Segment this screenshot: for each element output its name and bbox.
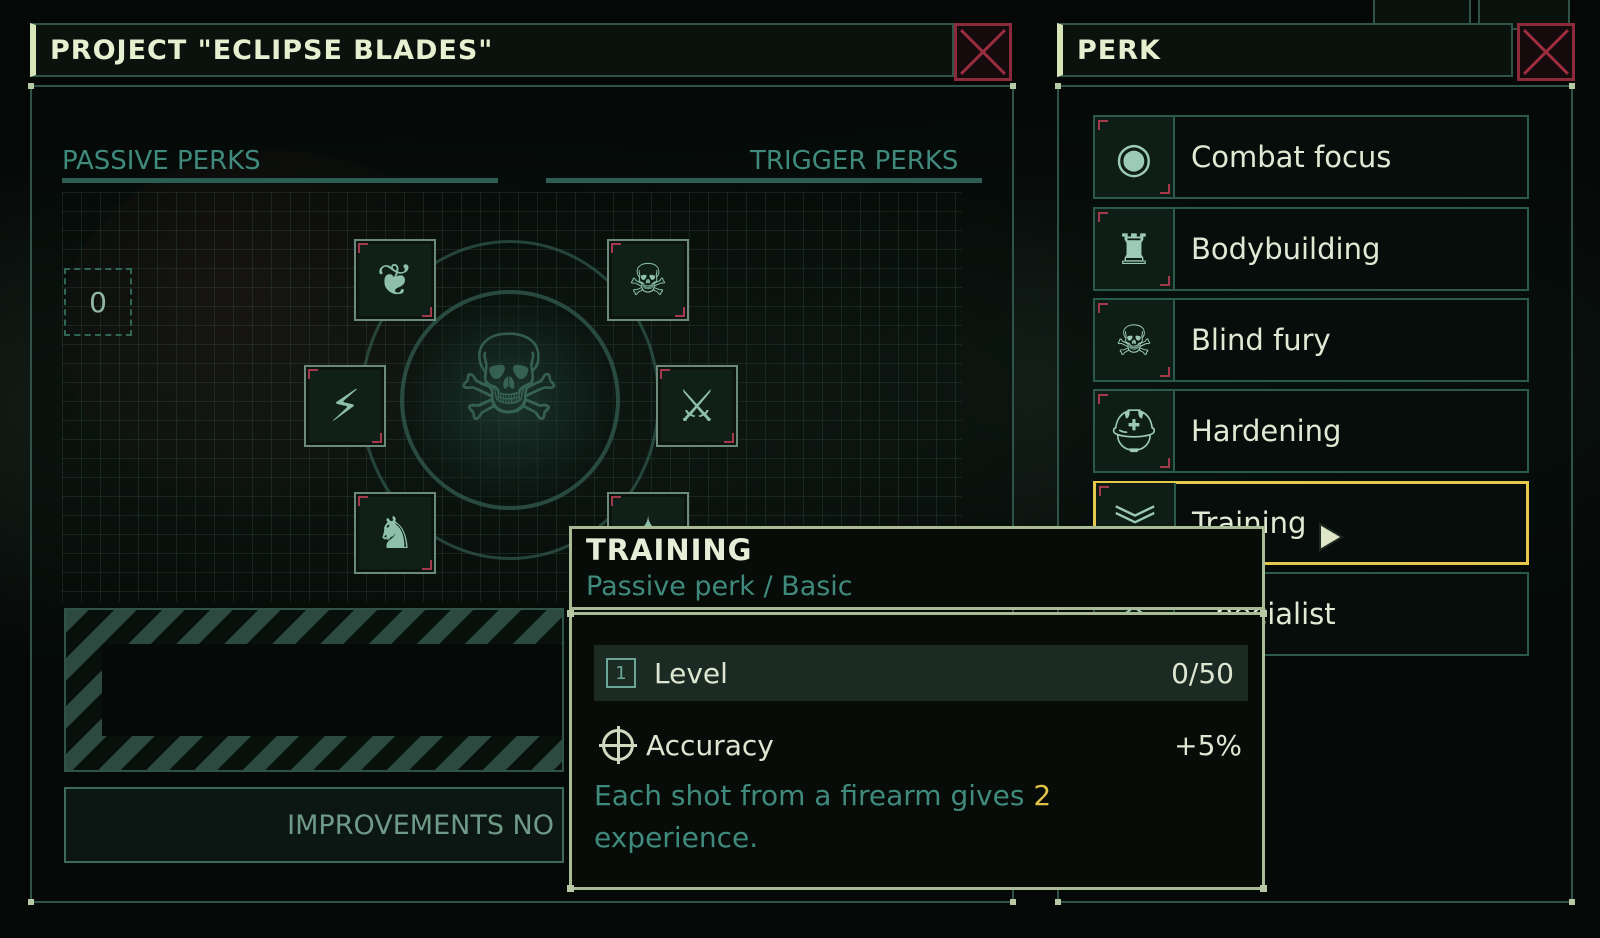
perk-slot-feather-icon[interactable]: ❦ bbox=[354, 239, 436, 321]
perk-item-label: Combat focus bbox=[1191, 140, 1392, 174]
tooltip-description: Each shot from a firearm gives 2 experie… bbox=[594, 775, 1234, 859]
desc-text-2: experience. bbox=[594, 821, 759, 854]
perk-item-bodybuilding[interactable]: ♜ Bodybuilding bbox=[1093, 207, 1529, 291]
cursor-icon bbox=[1319, 522, 1344, 552]
project-title: PROJECT "ECLIPSE BLADES" bbox=[50, 34, 494, 66]
perk-item-label: Blind fury bbox=[1191, 323, 1331, 357]
perk-points-counter: 0 bbox=[64, 268, 132, 336]
desc-text: Each shot from a firearm gives bbox=[594, 779, 1034, 812]
perk-slot-lightning-icon[interactable]: ⚡ bbox=[304, 365, 386, 447]
crosshair-icon bbox=[599, 726, 637, 764]
perk-item-combat-focus[interactable]: ◉ Combat focus bbox=[1093, 115, 1529, 199]
tooltip-body: 1 Level 0/50 Accuracy +5% Each shot from… bbox=[567, 610, 1267, 892]
project-close-button[interactable] bbox=[954, 23, 1012, 81]
perk-item-hardening[interactable]: ⛑ Hardening bbox=[1093, 389, 1529, 473]
stat-value: +5% bbox=[1174, 728, 1242, 762]
tooltip-subtitle: Passive perk / Basic bbox=[586, 571, 853, 602]
stat-label: Accuracy bbox=[646, 728, 774, 762]
perk-slot-boot-icon[interactable]: ♞ bbox=[354, 492, 436, 574]
perk-panel-title: PERK bbox=[1077, 34, 1161, 66]
desc-highlight: 2 bbox=[1033, 779, 1052, 812]
perk-title-bar: PERK bbox=[1057, 23, 1513, 77]
perk-item-blind-fury[interactable]: ☠ Blind fury bbox=[1093, 298, 1529, 382]
accuracy-row: Accuracy +5% bbox=[599, 725, 1248, 765]
level-label: Level bbox=[654, 656, 728, 690]
muscle-icon: ♜ bbox=[1095, 209, 1175, 289]
eye-icon: ◉ bbox=[1095, 117, 1175, 197]
trigger-divider bbox=[546, 178, 982, 183]
perk-item-label: Bodybuilding bbox=[1191, 232, 1381, 266]
level-value: 0/50 bbox=[1171, 656, 1234, 690]
passive-divider bbox=[62, 178, 498, 183]
project-title-bar: PROJECT "ECLIPSE BLADES" bbox=[30, 23, 954, 77]
passive-perks-header: PASSIVE PERKS bbox=[62, 146, 261, 176]
perk-slot-skull-icon[interactable]: ☠ bbox=[607, 239, 689, 321]
perk-slot-swords-icon[interactable]: ⚔ bbox=[656, 365, 738, 447]
helmet-icon: ⛑ bbox=[1095, 391, 1175, 471]
improvements-button[interactable]: IMPROVEMENTS NO bbox=[64, 787, 564, 863]
hazard-stripe-box bbox=[64, 608, 564, 772]
tooltip-title: TRAINING bbox=[586, 533, 753, 567]
perk-close-button[interactable] bbox=[1517, 23, 1575, 81]
level-icon: 1 bbox=[606, 658, 636, 688]
tooltip-header: TRAINING Passive perk / Basic bbox=[569, 526, 1265, 610]
reaper-emblem-icon: ☠ bbox=[455, 310, 563, 449]
skull-icon: ☠ bbox=[1095, 300, 1175, 380]
trigger-perks-header: TRIGGER PERKS bbox=[750, 146, 959, 176]
level-row: 1 Level 0/50 bbox=[594, 645, 1248, 701]
perk-item-label: Hardening bbox=[1191, 414, 1342, 448]
